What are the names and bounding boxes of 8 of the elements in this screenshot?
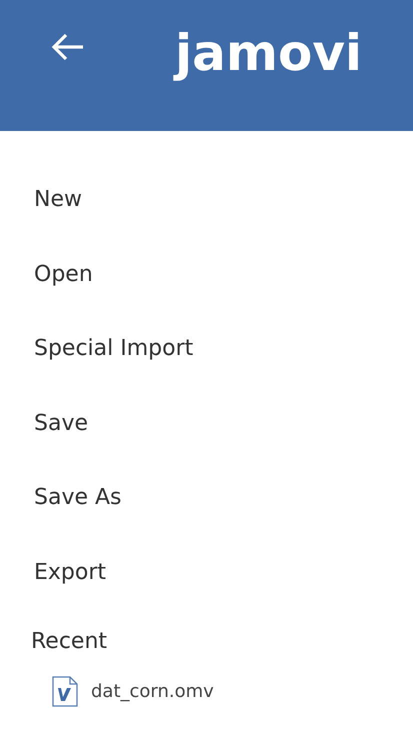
menu-item[interactable]: Special Import bbox=[0, 335, 194, 410]
menu-item[interactable]: Open bbox=[0, 260, 93, 335]
menu-item[interactable]: New bbox=[0, 186, 82, 260]
menu-item[interactable]: Save As bbox=[0, 484, 122, 558]
file-icon bbox=[52, 676, 78, 707]
back-arrow-icon[interactable] bbox=[51, 32, 85, 62]
recent-file[interactable]: dat_corn.omv bbox=[91, 681, 214, 702]
menu-item[interactable]: Save bbox=[0, 410, 88, 484]
